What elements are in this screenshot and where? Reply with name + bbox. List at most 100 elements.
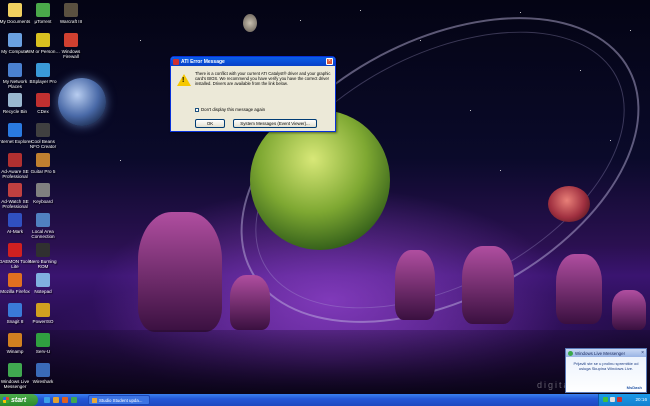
desktop-icon-label: Ad-Aware SE Professional <box>1 169 29 179</box>
app-icon <box>36 303 50 317</box>
app-icon <box>36 183 50 197</box>
task-label: Studio Student upda... <box>99 397 143 403</box>
desktop-icon[interactable]: Cool Beans NFO Creator <box>26 123 60 149</box>
desktop-icon[interactable]: Guitar Pro 5 <box>26 153 60 174</box>
app-icon <box>8 33 22 47</box>
app-icon <box>8 303 22 317</box>
desktop-icon[interactable]: Nero Burning ROM <box>26 243 60 269</box>
desktop-icon[interactable]: Serv-U <box>26 333 60 354</box>
desktop-icon-label: AI-Mark <box>6 229 24 234</box>
desktop-icon-label: Keyboard <box>33 199 53 204</box>
app-icon <box>36 213 50 227</box>
warning-icon: ! <box>177 74 191 86</box>
messenger-notification[interactable]: Windows Live Messenger × Prijavili ste s… <box>565 348 647 393</box>
app-icon <box>8 183 22 197</box>
desktop-icon[interactable]: Warcraft III <box>54 3 88 24</box>
desktop-icon[interactable]: Keyboard <box>26 183 60 204</box>
desktop-icon-label: My Network Places <box>2 79 28 89</box>
ati-icon <box>173 58 179 65</box>
app-icon <box>64 3 78 17</box>
app-icon <box>8 153 22 167</box>
desktop-icon-label: Notepad <box>34 289 52 294</box>
desktop-icon-label: Winamp <box>6 349 24 354</box>
app-icon <box>36 93 50 107</box>
messenger-icon <box>568 350 573 356</box>
tray-ati-icon[interactable] <box>617 397 622 402</box>
tray-network-icon[interactable] <box>603 397 608 402</box>
rock-formation <box>138 212 222 332</box>
desktop-icon-label: Snagit 8 <box>6 319 24 324</box>
taskbar: start Studio Student upda... 20:16 <box>0 394 650 406</box>
tray-volume-icon[interactable] <box>610 397 615 402</box>
app-icon <box>8 213 22 227</box>
desktop-icon[interactable]: CDex <box>26 93 60 114</box>
dialog-message: There is a conflict with your current AT… <box>195 71 331 86</box>
close-icon[interactable]: × <box>641 350 644 356</box>
desktop-icon-label: Warcraft III <box>59 19 83 24</box>
quick-launch-folder-icon[interactable] <box>53 397 59 403</box>
app-icon <box>92 397 97 403</box>
checkbox-label: Don't display this message again <box>201 107 266 112</box>
app-icon <box>8 123 22 137</box>
desktop-icon-label: Nero Burning ROM <box>29 259 57 269</box>
notification-message[interactable]: Prijavili ste se u prolinu spremište od … <box>566 357 646 371</box>
desktop-icon-label: Recycle Bin <box>2 109 28 114</box>
app-icon <box>36 123 50 137</box>
red-moon <box>548 186 590 222</box>
desktop-icon-label: BSplayer Pro <box>29 79 57 84</box>
app-icon <box>36 243 50 257</box>
app-icon <box>36 333 50 347</box>
checkbox-box[interactable] <box>195 107 199 112</box>
desktop-icon-label: Wireshark <box>32 379 54 384</box>
desktop-icon-label: PowerISO <box>32 319 54 324</box>
desktop-icon[interactable]: Windows Firewall <box>54 33 88 59</box>
app-icon <box>36 3 50 17</box>
desktop-icon-label: My Computer <box>1 49 29 54</box>
app-icon <box>8 273 22 287</box>
notification-title-bar: Windows Live Messenger × <box>566 349 646 357</box>
desktop-icon-label: Guitar Pro 5 <box>30 169 56 174</box>
close-button[interactable]: × <box>326 58 333 65</box>
clock[interactable]: 20:16 <box>636 397 648 402</box>
quick-launch-ie-icon[interactable] <box>44 397 50 403</box>
system-messages-button[interactable]: System Messages (Event Viewer)... <box>233 119 317 128</box>
app-icon <box>8 333 22 347</box>
app-icon <box>36 363 50 377</box>
windows-flag-icon <box>3 397 9 403</box>
ok-button[interactable]: OK <box>195 119 225 128</box>
desktop-icon-label: Windows Live Messenger <box>0 379 30 389</box>
app-icon <box>8 363 22 377</box>
blue-moon <box>58 78 106 126</box>
app-icon <box>64 33 78 47</box>
desktop-icon[interactable]: Local Area Connection <box>26 213 60 239</box>
desktop-icon[interactable]: Notepad <box>26 273 60 294</box>
rock-formation <box>462 246 514 324</box>
start-label: start <box>11 396 27 404</box>
app-icon <box>8 243 22 257</box>
app-icon <box>36 153 50 167</box>
app-icon <box>8 93 22 107</box>
quick-launch-messenger-icon[interactable] <box>71 397 77 403</box>
desktop-icon[interactable]: PowerISO <box>26 303 60 324</box>
desktop-icon-label: Local Area Connection <box>31 229 55 239</box>
rock-formation <box>556 254 602 324</box>
dont-display-checkbox[interactable]: Don't display this message again <box>195 107 265 112</box>
desktop-icon-label: Windows Firewall <box>61 49 81 59</box>
dialog-title: ATI Error Message <box>181 58 225 65</box>
dialog-title-bar[interactable]: ATI Error Message × <box>171 57 335 66</box>
rock-formation <box>230 275 270 330</box>
quick-launch-firefox-icon[interactable] <box>62 397 68 403</box>
notification-title: Windows Live Messenger <box>575 350 626 356</box>
app-icon <box>36 33 50 47</box>
desktop-icon[interactable]: Wireshark <box>26 363 60 384</box>
desktop-icon-label: CDex <box>37 109 49 114</box>
ati-error-dialog: ATI Error Message × ! There is a conflic… <box>170 56 336 132</box>
desktop-icon-label: Ad-Watch SE Professional <box>1 199 29 209</box>
desktop-icon[interactable]: BSplayer Pro <box>26 63 60 84</box>
rock-formation <box>612 290 646 330</box>
app-icon <box>36 273 50 287</box>
desktop-icon-label: Serv-U <box>35 349 51 354</box>
start-button[interactable]: start <box>0 394 38 406</box>
small-moon <box>243 14 257 32</box>
taskbar-item-studio-student[interactable]: Studio Student upda... <box>88 395 150 405</box>
